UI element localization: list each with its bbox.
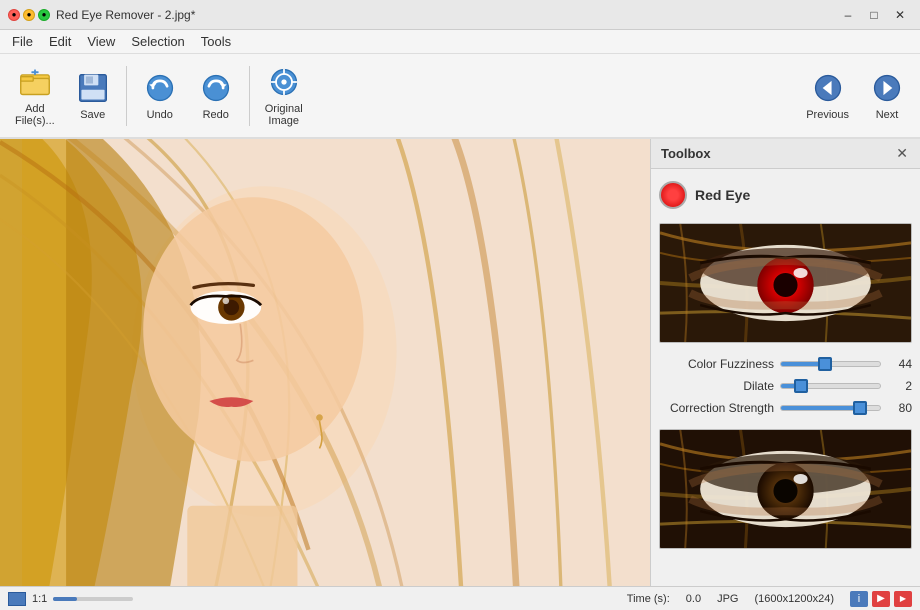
add-files-icon: [17, 65, 53, 100]
previous-button[interactable]: Previous: [797, 60, 858, 132]
dilate-track[interactable]: [780, 383, 881, 389]
toolbox-content: Red Eye: [651, 169, 920, 586]
menu-edit[interactable]: Edit: [41, 32, 79, 51]
status-left: 1:1: [8, 592, 133, 606]
title-bar: ● ● ● Red Eye Remover - 2.jpg* – □ ✕: [0, 0, 920, 30]
dot-2: ●: [23, 9, 35, 21]
dot-3: ●: [38, 9, 50, 21]
canvas-area[interactable]: [0, 139, 650, 586]
original-image-label: Original Image: [265, 103, 303, 127]
zoom-box: [8, 592, 26, 606]
red-eye-label: Red Eye: [695, 187, 750, 203]
correction-strength-label: Correction Strength: [659, 401, 774, 415]
redo-label: Redo: [203, 109, 229, 121]
window-title: Red Eye Remover - 2.jpg*: [56, 8, 195, 22]
add-files-button[interactable]: Add File(s)...: [6, 60, 64, 132]
correction-strength-row: Correction Strength 80: [659, 397, 912, 419]
previous-icon: [810, 70, 846, 106]
toolbox-panel: Toolbox ✕ Red Eye: [650, 139, 920, 586]
main-area: Toolbox ✕ Red Eye: [0, 139, 920, 586]
correction-strength-track[interactable]: [780, 405, 881, 411]
toolbox-close-button[interactable]: ✕: [894, 145, 910, 162]
close-button[interactable]: ✕: [888, 5, 912, 25]
color-fuzziness-label: Color Fuzziness: [659, 357, 774, 371]
undo-button[interactable]: Undo: [133, 60, 187, 132]
file-format: JPG: [717, 593, 738, 605]
toolbar-sep-2: [249, 66, 250, 126]
redo-icon: [198, 70, 234, 106]
menu-view[interactable]: View: [79, 32, 123, 51]
add-files-label: Add File(s)...: [15, 103, 55, 127]
original-image-icon: [266, 65, 302, 100]
save-label: Save: [80, 109, 105, 121]
time-value: 0.0: [686, 593, 701, 605]
play-icon-button[interactable]: ▶: [872, 591, 890, 607]
color-fuzziness-value: 44: [887, 357, 912, 371]
photo-background: [0, 139, 650, 586]
dilate-row: Dilate 2: [659, 375, 912, 397]
next-button[interactable]: Next: [860, 60, 914, 132]
red-eye-icon: [659, 181, 687, 209]
color-fuzziness-row: Color Fuzziness 44: [659, 353, 912, 375]
dilate-label: Dilate: [659, 379, 774, 393]
eye-preview-after: [659, 429, 912, 549]
image-canvas: [0, 139, 650, 586]
toolbox-title: Toolbox: [661, 146, 711, 161]
dilate-thumb[interactable]: [794, 379, 808, 393]
maximize-button[interactable]: □: [862, 5, 886, 25]
undo-icon: [142, 70, 178, 106]
red-eye-header: Red Eye: [659, 177, 912, 213]
sliders-container: Color Fuzziness 44 Dilate 2: [659, 353, 912, 419]
redo-button[interactable]: Redo: [189, 60, 243, 132]
status-icons: i ▶ ▶: [850, 591, 912, 607]
color-fuzziness-track[interactable]: [780, 361, 881, 367]
correction-strength-thumb[interactable]: [853, 401, 867, 415]
info-icon-button[interactable]: i: [850, 591, 868, 607]
menu-selection[interactable]: Selection: [123, 32, 192, 51]
previous-label: Previous: [806, 109, 849, 121]
dilate-value: 2: [887, 379, 912, 393]
menu-file[interactable]: File: [4, 32, 41, 51]
menu-tools[interactable]: Tools: [193, 32, 239, 51]
undo-label: Undo: [147, 109, 173, 121]
zoom-slider[interactable]: [53, 597, 133, 601]
menu-bar: File Edit View Selection Tools: [0, 30, 920, 54]
title-bar-controls: – □ ✕: [836, 5, 912, 25]
save-button[interactable]: Save: [66, 60, 120, 132]
status-bar: 1:1 Time (s): 0.0 JPG (1600x1200x24) i ▶…: [0, 586, 920, 610]
eye-preview-before: [659, 223, 912, 343]
save-icon: [75, 70, 111, 106]
time-label: Time (s):: [627, 593, 670, 605]
color-fuzziness-thumb[interactable]: [818, 357, 832, 371]
title-bar-left: ● ● ● Red Eye Remover - 2.jpg*: [8, 8, 195, 22]
next-icon: [869, 70, 905, 106]
nav-buttons: Previous Next: [797, 60, 914, 132]
zoom-level: 1:1: [32, 593, 47, 605]
minimize-button[interactable]: –: [836, 5, 860, 25]
youtube-icon-button[interactable]: ▶: [894, 591, 912, 607]
toolbar: Add File(s)... Save Undo: [0, 54, 920, 139]
toolbar-sep-1: [126, 66, 127, 126]
status-right: Time (s): 0.0 JPG (1600x1200x24) i ▶ ▶: [627, 591, 912, 607]
correction-strength-value: 80: [887, 401, 912, 415]
next-label: Next: [876, 109, 899, 121]
file-dimensions: (1600x1200x24): [754, 593, 834, 605]
title-bar-dots: ● ● ●: [8, 9, 50, 21]
correction-strength-fill: [781, 406, 860, 410]
original-image-button[interactable]: Original Image: [256, 60, 312, 132]
dot-1: ●: [8, 9, 20, 21]
toolbox-header: Toolbox ✕: [651, 139, 920, 169]
